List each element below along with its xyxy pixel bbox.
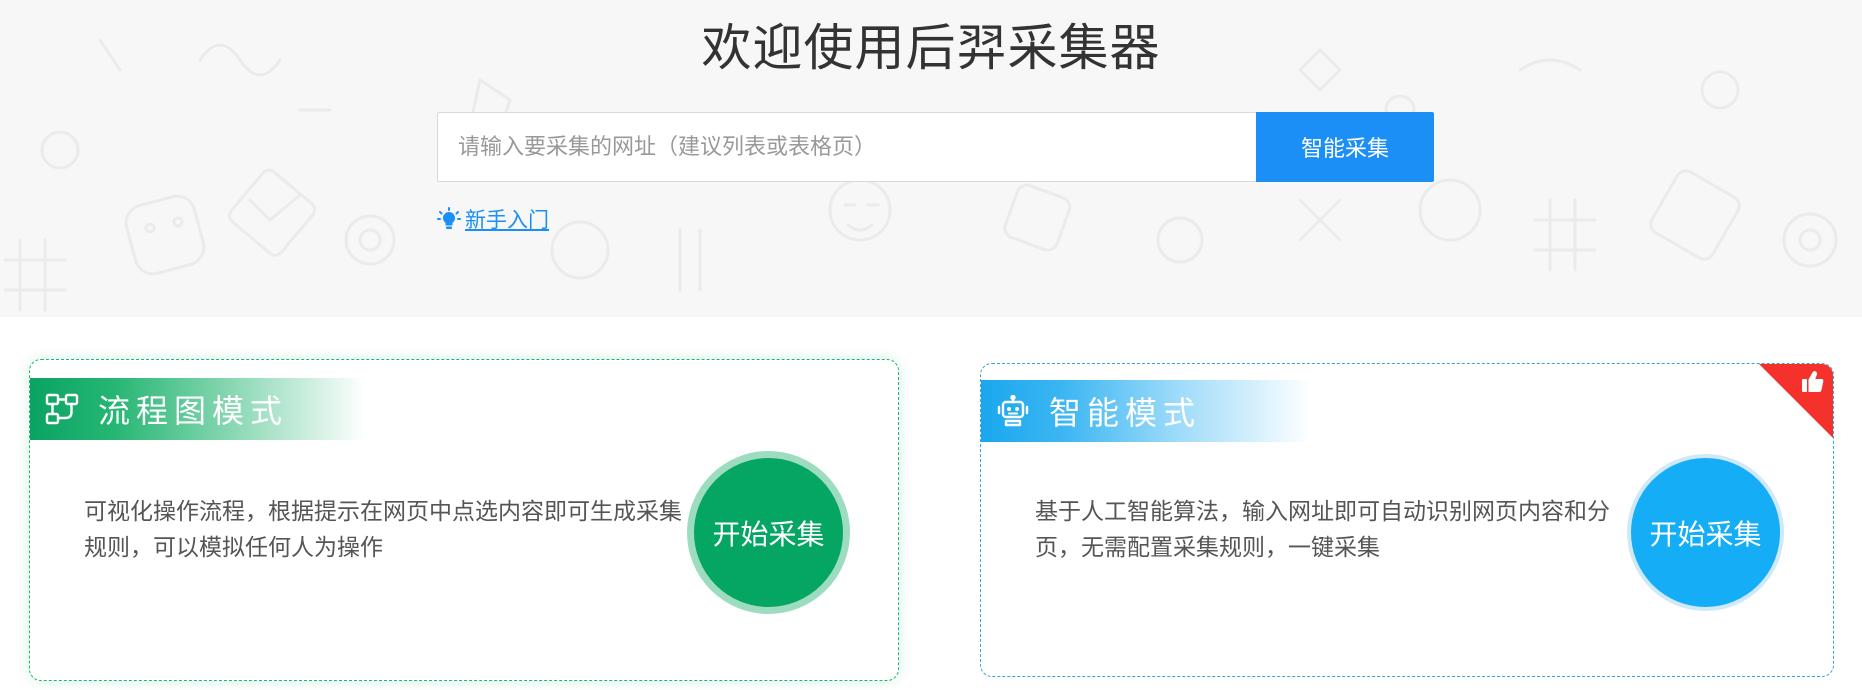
recommended-badge: [1759, 364, 1833, 438]
flowchart-mode-card: 流程图模式 可视化操作流程，根据提示在网页中点选内容即可生成采集规则，可以模拟任…: [29, 359, 899, 681]
url-input[interactable]: [438, 113, 1256, 181]
smart-mode-header: 智能模式: [981, 380, 1311, 442]
url-search-box: [437, 112, 1256, 182]
flowchart-mode-title: 流程图模式: [98, 392, 289, 430]
smart-collect-button[interactable]: 智能采集: [1256, 112, 1434, 182]
hero-section: 欢迎使用后羿采集器 智能采集 新手入门: [0, 0, 1862, 317]
smart-mode-description: 基于人工智能算法，输入网址即可自动识别网页内容和分页，无需配置采集规则，一键采集: [1035, 499, 1610, 561]
beginner-guide[interactable]: 新手入门: [437, 204, 549, 234]
smart-mode-title: 智能模式: [1049, 394, 1202, 432]
flowchart-start-button[interactable]: 开始采集: [687, 451, 850, 614]
flowchart-mode-description: 可视化操作流程，根据提示在网页中点选内容即可生成采集规则，可以模拟任何人为操作: [84, 499, 682, 561]
robot-icon: [995, 393, 1031, 429]
lightbulb-icon: [437, 207, 461, 229]
flowchart-icon: [44, 391, 80, 427]
smart-start-button[interactable]: 开始采集: [1627, 454, 1784, 611]
beginner-guide-link[interactable]: 新手入门: [465, 204, 549, 234]
flowchart-mode-header: 流程图模式: [30, 378, 365, 440]
page-title: 欢迎使用后羿采集器: [701, 19, 1161, 77]
smart-mode-card: 智能模式 基于人工智能算法，输入网址即可自动识别网页内容和分页，无需配置采集规则…: [980, 363, 1834, 677]
